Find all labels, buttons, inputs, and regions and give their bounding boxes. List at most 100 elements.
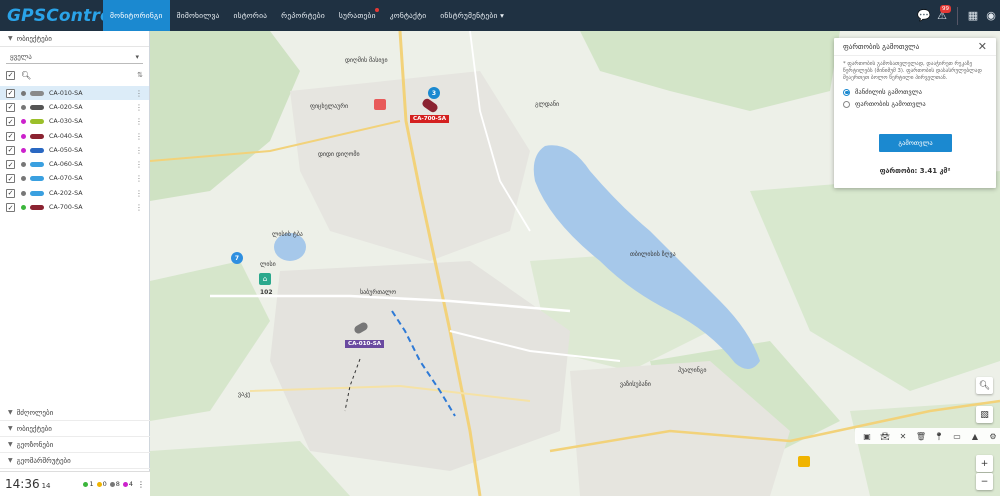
settings-icon[interactable]: ⚙ xyxy=(984,432,1000,441)
geozones-section-header[interactable]: ▼ გეოზონები xyxy=(0,437,150,453)
vehicle-plate-label[interactable]: CA-700-SA xyxy=(410,115,450,123)
apps-grid-icon[interactable]: ▦ xyxy=(964,0,982,31)
nav-reports[interactable]: რეპორტები xyxy=(274,0,332,31)
cafe-icon[interactable] xyxy=(798,456,810,467)
group-select[interactable]: ყველა ▾ xyxy=(6,51,143,64)
car-icon xyxy=(30,205,44,211)
screen-icon[interactable]: ▭ xyxy=(948,432,966,441)
status-dot xyxy=(21,90,26,96)
vehicle-row[interactable]: ✓ CA-030-SA ⋮ xyxy=(0,115,149,129)
vehicle-name: CA-202-SA xyxy=(49,189,83,197)
car-icon xyxy=(30,133,44,139)
vehicle-row[interactable]: ✓ CA-020-SA ⋮ xyxy=(0,100,149,114)
nav-images[interactable]: სურათები xyxy=(332,0,383,31)
vehicle-name: CA-030-SA xyxy=(49,118,83,126)
shop-icon[interactable] xyxy=(374,99,386,110)
map-label: ვაზისუბანი xyxy=(620,381,651,388)
car-icon xyxy=(30,119,44,125)
select-all-checkbox[interactable]: ✓ xyxy=(6,70,15,80)
chevron-down-icon: ▼ xyxy=(8,441,13,448)
map-label: ფიცხელაური xyxy=(310,103,349,110)
more-icon[interactable]: ⋮ xyxy=(135,160,143,169)
road-icon[interactable]: ▲ xyxy=(966,432,984,441)
search-map-button[interactable]: 🔍︎ xyxy=(976,377,993,394)
vehicle-checkbox[interactable]: ✓ xyxy=(6,88,15,98)
car-icon xyxy=(30,162,44,168)
vehicle-cluster[interactable]: 7 xyxy=(231,252,243,264)
zoom-out-button[interactable]: − xyxy=(976,473,993,490)
drivers-section-header[interactable]: ▼ მძღოლები xyxy=(0,405,150,421)
vehicle-checkbox[interactable]: ✓ xyxy=(6,160,15,170)
area-radio[interactable]: ფართობის გამოთვლა xyxy=(834,98,996,110)
car-icon[interactable]: 🚘︎ xyxy=(876,432,894,441)
vehicle-row[interactable]: ✓ CA-700-SA ⋮ xyxy=(0,200,149,214)
status-dot xyxy=(21,104,26,110)
pin-icon[interactable]: 📍︎ xyxy=(930,432,948,441)
nav-history[interactable]: ისტორია xyxy=(227,0,275,31)
vehicle-checkbox[interactable]: ✓ xyxy=(6,131,15,141)
close-icon[interactable]: ✕ xyxy=(978,40,987,53)
chevron-down-icon: ▼ xyxy=(8,35,13,42)
nav-contact[interactable]: კონტაქტი xyxy=(383,0,434,31)
vehicle-name: CA-700-SA xyxy=(49,204,83,212)
more-icon[interactable]: ⋮ xyxy=(137,480,145,489)
vehicle-name: CA-050-SA xyxy=(49,146,83,154)
vehicle-checkbox[interactable]: ✓ xyxy=(6,174,15,184)
status-dot xyxy=(21,176,26,182)
vehicle-checkbox[interactable]: ✓ xyxy=(6,203,15,213)
more-icon[interactable]: ⋮ xyxy=(135,89,143,98)
nav-monitoring[interactable]: მონიტორინგი xyxy=(103,0,170,31)
home-icon[interactable]: ⌂ xyxy=(259,273,271,285)
map-label: საბურთალო xyxy=(360,289,397,296)
more-icon[interactable]: ⋮ xyxy=(135,174,143,183)
vehicle-checkbox[interactable]: ✓ xyxy=(6,117,15,127)
alert-icon[interactable]: ⚠ 99 xyxy=(933,0,951,31)
vehicle-cluster[interactable]: 3 xyxy=(428,87,440,99)
vehicle-row[interactable]: ✓ CA-060-SA ⋮ xyxy=(0,157,149,171)
more-icon[interactable]: ⋮ xyxy=(135,132,143,141)
sidebar: ▼ ობიექტები ყველა ▾ ✓ 🔍︎ ⇅ ✓ CA-010-SA ⋮ ✓ CA-… xyxy=(0,31,150,496)
vehicle-list: ✓ CA-010-SA ⋮ ✓ CA-020-SA ⋮ ✓ CA-030-SA ⋮ ✓ CA-040… xyxy=(0,86,149,215)
app-logo[interactable]: GPSControl xyxy=(0,6,118,26)
nav-tools-dropdown[interactable]: ინსტრუმენტები ▾ xyxy=(433,0,511,31)
more-icon[interactable]: ⋮ xyxy=(135,103,143,112)
objects-section-header[interactable]: ▼ ობიექტები xyxy=(0,31,149,47)
vehicle-checkbox[interactable]: ✓ xyxy=(6,188,15,198)
calculate-button[interactable]: გამოთვლა xyxy=(879,134,952,152)
radio-icon[interactable] xyxy=(843,100,850,108)
map-label: ლისი xyxy=(260,261,276,268)
vehicle-checkbox[interactable]: ✓ xyxy=(6,145,15,155)
chevron-down-icon: ▼ xyxy=(8,457,13,464)
sort-icon[interactable]: ⇅ xyxy=(137,71,143,79)
status-dot xyxy=(21,147,26,153)
more-icon[interactable]: ⋮ xyxy=(135,203,143,212)
car-icon xyxy=(30,190,44,196)
trash-icon[interactable]: 🗑︎ xyxy=(912,432,930,441)
more-icon[interactable]: ⋮ xyxy=(135,189,143,198)
vehicle-checkbox[interactable]: ✓ xyxy=(6,102,15,112)
objects2-section-header[interactable]: ▼ ობიექტები xyxy=(0,421,150,437)
status-dot xyxy=(21,205,26,211)
more-icon[interactable]: ⋮ xyxy=(135,146,143,155)
vehicle-row[interactable]: ✓ CA-070-SA ⋮ xyxy=(0,172,149,186)
radio-selected-icon[interactable] xyxy=(843,88,850,96)
vehicle-row[interactable]: ✓ CA-010-SA ⋮ xyxy=(0,86,149,101)
search-icon[interactable]: 🔍︎ xyxy=(21,71,31,80)
nav-overview[interactable]: მიმოხილვა xyxy=(170,0,227,31)
zoom-in-button[interactable]: + xyxy=(976,455,993,472)
report-icon[interactable]: ▣ xyxy=(858,432,876,441)
measure-icon[interactable]: ✕ xyxy=(894,432,912,441)
distance-radio[interactable]: მანძილის გამოთვლა xyxy=(834,86,996,98)
vehicle-plate-label[interactable]: CA-010-SA xyxy=(345,340,385,348)
area-result: ფართობი: 3.41 კმ² xyxy=(879,167,951,175)
vehicle-row[interactable]: ✓ CA-050-SA ⋮ xyxy=(0,143,149,157)
map-label: ვაკე xyxy=(238,391,251,398)
chat-icon[interactable]: 💬 xyxy=(915,0,933,31)
more-icon[interactable]: ⋮ xyxy=(135,117,143,126)
vehicle-row[interactable]: ✓ CA-040-SA ⋮ xyxy=(0,129,149,143)
vehicle-row[interactable]: ✓ CA-202-SA ⋮ xyxy=(0,186,149,200)
map-layers-button[interactable]: ▧ xyxy=(976,406,993,423)
georoutes-section-header[interactable]: ▼ გეომარშრუტები xyxy=(0,453,150,469)
status-count: 0 xyxy=(96,480,107,488)
user-icon[interactable]: ◉ xyxy=(982,0,1000,31)
